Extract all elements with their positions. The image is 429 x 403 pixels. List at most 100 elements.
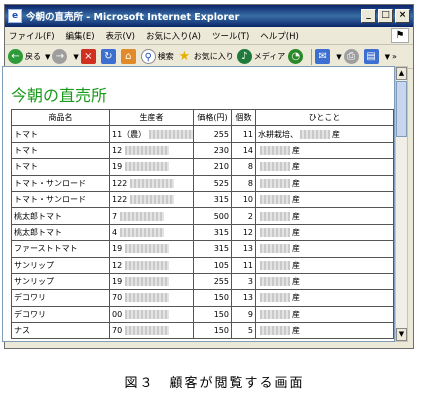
menu-favorites[interactable]: お気に入り(A) (146, 30, 201, 42)
media-icon: ♪ (236, 49, 252, 64)
home-icon: ⌂ (120, 49, 136, 64)
redacted-name (130, 178, 175, 188)
toolbar-overflow-button[interactable]: » (392, 52, 397, 61)
media-label: メディア (253, 52, 286, 61)
cell-comment: 産 (255, 190, 394, 209)
page-viewport: 今朝の直売所 商品名 生産者 価格(円) 個数 ひとこと トマト 11（農） 255… (2, 66, 395, 342)
scroll-up-icon[interactable]: ▲ (396, 67, 407, 80)
search-button[interactable]: ⚲ 検索 (140, 49, 174, 64)
redacted-name (125, 277, 170, 287)
favorites-button[interactable]: ★ お気に入り (177, 49, 233, 64)
title-bar[interactable]: e 今朝の直売所 - Microsoft Internet Explorer _… (5, 5, 413, 27)
cell-product-text: トマト・サンロード (14, 195, 86, 205)
redacted-name (125, 260, 170, 270)
cell-count: 13 (231, 240, 256, 258)
cell-price-text: 210 (213, 162, 229, 172)
redacted-location (260, 244, 290, 254)
media-button[interactable]: ♪ メディア (236, 49, 286, 64)
cell-count: 11 (231, 256, 256, 274)
minimize-button[interactable]: _ (361, 9, 376, 23)
mail-button[interactable]: ✉ (315, 49, 332, 64)
table-row: デコワリ 70 150 13 産 (11, 289, 394, 307)
table-row: ファーストトマト 19 315 13 産 (11, 240, 394, 258)
cell-product: デコワリ (11, 305, 110, 324)
redacted-name (130, 195, 175, 205)
redacted-location (260, 195, 290, 205)
cell-price: 150 (193, 305, 232, 324)
cell-price-text: 525 (213, 178, 229, 188)
redacted-name (120, 227, 165, 237)
cell-comment: 産 (255, 174, 394, 192)
cell-price-text: 150 (213, 293, 229, 303)
cell-price: 315 (193, 240, 232, 258)
comment-suffix: 産 (292, 145, 300, 155)
cell-count-text: 8 (247, 162, 253, 172)
cell-price: 210 (193, 158, 232, 176)
ie-logo-icon: e (8, 9, 22, 23)
vertical-scrollbar[interactable]: ▲ ▼ (395, 66, 408, 342)
table-row: 桃太郎トマト 4 315 12 産 (11, 223, 394, 242)
history-icon: ◔ (288, 49, 304, 64)
cell-producer: 00 (109, 305, 194, 324)
table-row: 桃太郎トマト 7 500 2 産 (11, 207, 394, 225)
forward-button[interactable]: → (52, 49, 69, 64)
cell-price: 150 (193, 322, 232, 340)
home-button[interactable]: ⌂ (120, 49, 138, 64)
cell-comment: 産 (255, 322, 394, 340)
cell-price-text: 105 (213, 260, 229, 270)
close-button[interactable]: × (395, 9, 410, 23)
cell-price-text: 150 (213, 326, 229, 336)
scroll-thumb[interactable] (396, 81, 407, 137)
cell-producer-text: 12 (112, 260, 123, 270)
scroll-down-icon[interactable]: ▼ (396, 328, 407, 341)
cell-producer-text: 122 (112, 178, 128, 188)
window-title: 今朝の直売所 - Microsoft Internet Explorer (26, 12, 240, 23)
cell-producer-text: 11（農） (112, 129, 147, 139)
cell-product-text: デコワリ (14, 309, 46, 319)
maximize-button[interactable]: □ (378, 9, 393, 23)
cell-product: サンリップ (11, 256, 110, 274)
redacted-location (300, 129, 330, 139)
cell-product-text: サンリップ (14, 277, 54, 287)
cell-product: トマト・サンロード (11, 174, 110, 192)
comment-suffix: 産 (292, 178, 300, 188)
menu-view[interactable]: 表示(V) (106, 30, 135, 42)
cell-count: 5 (231, 322, 256, 340)
table-row: トマト 19 210 8 産 (11, 158, 394, 176)
refresh-button[interactable]: ↻ (100, 49, 118, 64)
forward-arrow-icon: → (52, 49, 68, 64)
cell-producer: 19 (109, 158, 194, 176)
back-label: 戻る (25, 52, 41, 61)
cell-producer-text: 70 (112, 326, 123, 336)
cell-count: 8 (231, 174, 256, 192)
history-button[interactable]: ◔ (288, 49, 305, 64)
mail-dropdown-icon[interactable]: ▼ (336, 53, 341, 61)
back-button[interactable]: ← 戻る (8, 49, 41, 64)
edit-dropdown-icon[interactable]: ▼ (385, 53, 390, 61)
cell-product: ファーストトマト (11, 240, 110, 258)
cell-product-text: トマト (14, 145, 38, 155)
menu-edit[interactable]: 編集(E) (66, 30, 95, 42)
menu-file[interactable]: ファイル(F) (9, 30, 55, 42)
cell-product-text: トマト (14, 162, 38, 172)
cell-price: 315 (193, 223, 232, 242)
menu-help[interactable]: ヘルプ(H) (260, 30, 299, 42)
print-button[interactable]: ⎙ (343, 49, 361, 64)
stop-button[interactable]: × (80, 49, 98, 64)
windows-logo-icon: ⚑ (391, 28, 409, 43)
table-row: トマト 12 230 14 産 (11, 141, 394, 160)
table-header-row: 商品名 生産者 価格(円) 個数 ひとこと (11, 108, 394, 127)
cell-count: 14 (231, 141, 256, 160)
cell-count: 11 (231, 125, 256, 143)
back-arrow-icon: ← (8, 49, 23, 64)
cell-comment: 産 (255, 305, 394, 324)
menu-bar: ファイル(F) 編集(E) 表示(V) お気に入り(A) ツール(T) ヘルプ(… (5, 27, 413, 45)
edit-button[interactable]: ▤ (363, 49, 381, 64)
column-header-comment: ひとこと (255, 108, 394, 127)
cell-producer-text: 122 (112, 195, 128, 205)
menu-tools[interactable]: ツール(T) (212, 30, 249, 42)
comment-suffix: 産 (292, 309, 300, 319)
forward-dropdown-icon[interactable]: ▼ (73, 53, 78, 61)
back-dropdown-icon[interactable]: ▼ (45, 53, 50, 61)
cell-price: 255 (193, 125, 232, 143)
